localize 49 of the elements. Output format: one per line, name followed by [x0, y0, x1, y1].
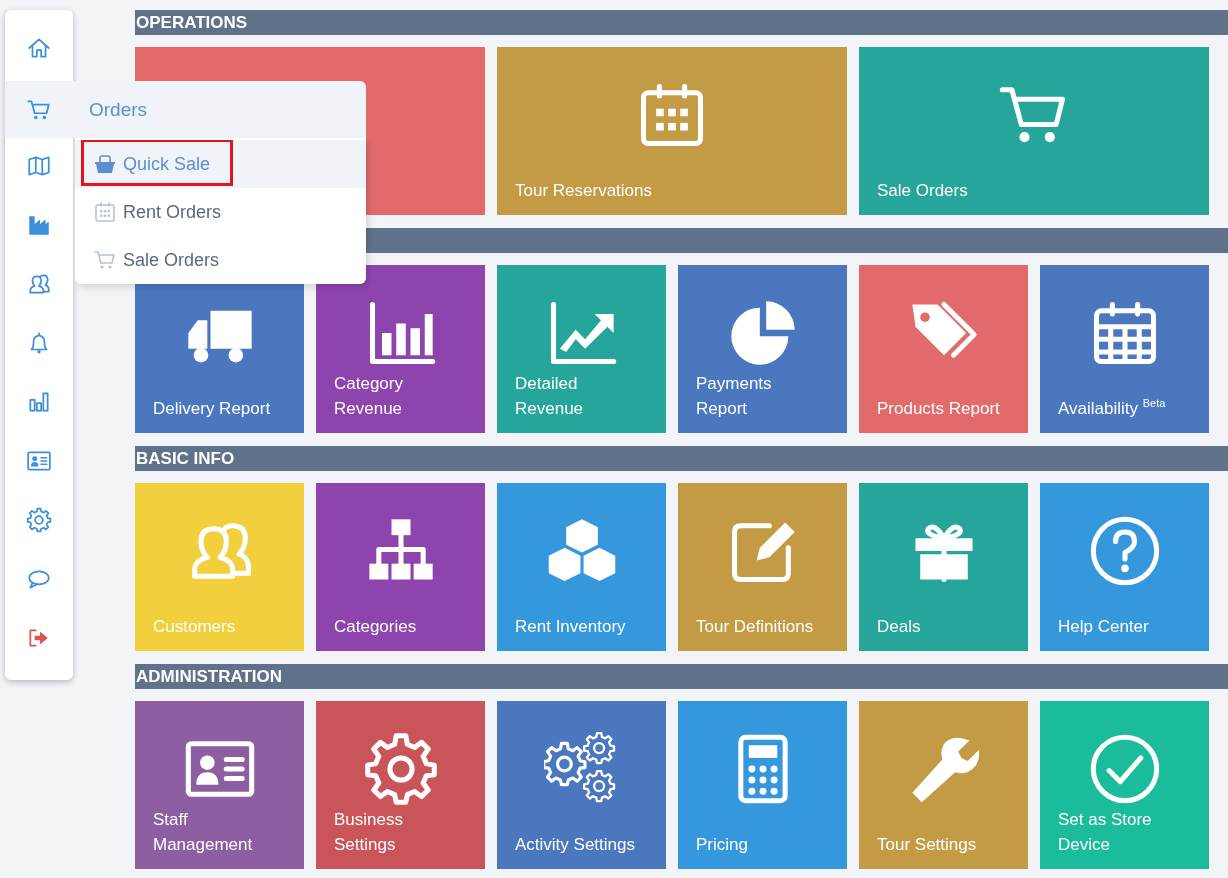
dashboard-tile[interactable]: Activity Settings: [497, 701, 666, 869]
basket-icon: [93, 152, 117, 176]
tile-label: Activity Settings: [515, 834, 636, 856]
tile-label: Detailed Revenue: [515, 373, 585, 420]
tile-label: Customers: [153, 616, 237, 638]
dashboard-tile[interactable]: Help Center: [1040, 483, 1209, 651]
section-title: OPERATIONS: [136, 12, 248, 34]
dashboard-tile[interactable]: Category Revenue: [316, 265, 485, 433]
dashboard-tile[interactable]: Detailed Revenue: [497, 265, 666, 433]
dashboard-tile[interactable]: Staff Management: [135, 701, 304, 869]
tile-label: Staff Management: [153, 809, 254, 856]
dashboard-tile[interactable]: Tour Settings: [859, 701, 1028, 869]
tile-label: Categories: [334, 616, 418, 638]
tile-label: Pricing: [696, 834, 749, 856]
dashboard-tile[interactable]: Tour Reservations: [497, 47, 847, 215]
dashboard-tile[interactable]: Business Settings: [316, 701, 485, 869]
dashboard-tile[interactable]: Pricing: [678, 701, 847, 869]
tile-label: Products Report: [877, 398, 1001, 420]
tile-label: Sale Orders: [877, 180, 969, 202]
tile-label: Deals: [877, 616, 922, 638]
dashboard-tile[interactable]: Availability $^{Beta}$: [1040, 265, 1209, 433]
dashboard-tile[interactable]: Products Report: [859, 265, 1028, 433]
tile-label: Tour Settings: [877, 834, 978, 856]
tile-label: Tour Reservations: [515, 180, 653, 202]
tile-label: Tour Definitions: [696, 616, 815, 638]
tile-label: Category Revenue: [334, 373, 404, 420]
tile-label: Delivery Report: [153, 398, 272, 420]
tile-label: Availability $^{Beta}$: [1058, 396, 1167, 420]
tile-label: Help Center: [1058, 616, 1150, 638]
section-title: ADMINISTRATION: [136, 666, 283, 688]
dashboard-tile[interactable]: Payments Report: [678, 265, 847, 433]
gear-icon: [362, 731, 439, 807]
dashboard-tile[interactable]: Categories: [316, 483, 485, 651]
section-title: BASIC INFO: [136, 448, 235, 470]
menu-header[interactable]: Orders: [5, 81, 366, 138]
dashboard-tile[interactable]: Deals: [859, 483, 1028, 651]
dashboard-tile[interactable]: Tour Definitions: [678, 483, 847, 651]
dashboard-tile[interactable]: Rent Inventory: [497, 483, 666, 651]
menu-title: Orders: [89, 98, 148, 121]
dashboard-tile[interactable]: Sale Orders: [859, 47, 1209, 215]
calendar-icon: [93, 200, 117, 224]
tile-label: Rent Inventory: [515, 616, 627, 638]
menu-item[interactable]: Rent Orders: [75, 188, 366, 236]
tile-label: Business Settings: [334, 809, 404, 856]
gear-icon: [26, 506, 52, 533]
tile-label: Set as Store Device: [1058, 809, 1153, 856]
tile-label: Payments Report: [696, 373, 773, 420]
dashboard-tile[interactable]: Set as Store Device: [1040, 701, 1209, 869]
menu-item[interactable]: Quick Sale: [75, 140, 366, 188]
